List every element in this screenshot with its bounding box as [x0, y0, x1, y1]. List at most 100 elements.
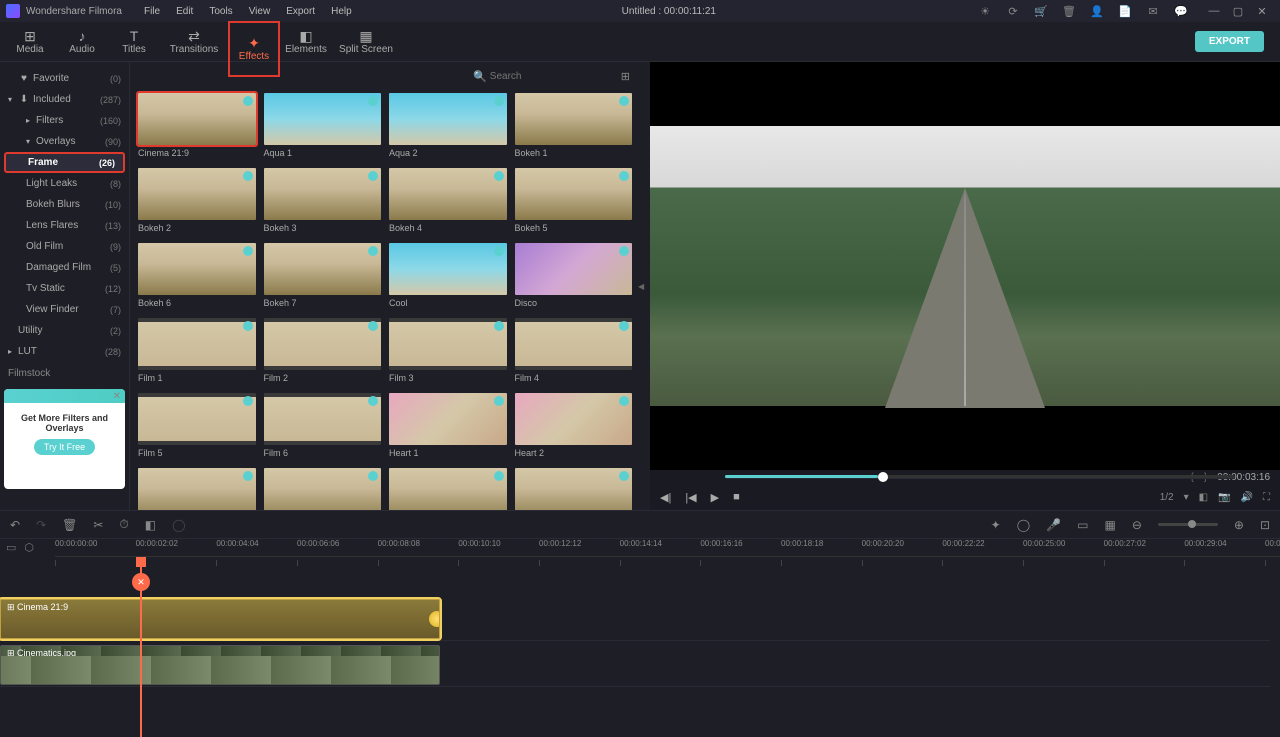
- minimize-button[interactable]: —: [1202, 5, 1226, 18]
- menu-tools[interactable]: Tools: [201, 6, 240, 17]
- time-ruler[interactable]: ▭ ⬡ 00:00:00:0000:00:02:0200:00:04:0400:…: [0, 539, 1280, 557]
- effect-film-4[interactable]: Film 4: [515, 318, 633, 383]
- sun-icon[interactable]: ☀: [978, 4, 992, 18]
- chevron-down-icon[interactable]: ▾: [1184, 492, 1189, 503]
- delete-icon[interactable]: 🗑: [62, 518, 77, 532]
- tab-transitions[interactable]: ⇄Transitions: [160, 22, 228, 62]
- effect-film-2[interactable]: Film 2: [264, 318, 382, 383]
- file-icon[interactable]: 📄: [1118, 4, 1132, 18]
- sidebar-item-utility[interactable]: Utility(2): [0, 320, 129, 341]
- zoom-slider[interactable]: [1158, 523, 1218, 526]
- sidebar-item-damaged-film[interactable]: Damaged Film(5): [0, 257, 129, 278]
- preview-scrubber[interactable]: [725, 475, 1235, 479]
- effect-bokeh-6[interactable]: Bokeh 6: [138, 243, 256, 308]
- redo-icon[interactable]: ↷: [36, 518, 46, 532]
- mail-icon[interactable]: ✉: [1146, 4, 1160, 18]
- quality-icon[interactable]: ◧: [1199, 492, 1208, 503]
- playhead-handle[interactable]: [132, 573, 150, 591]
- close-button[interactable]: ✕: [1250, 5, 1274, 18]
- sidebar-item-bokeh-blurs[interactable]: Bokeh Blurs(10): [0, 194, 129, 215]
- snapshot-icon[interactable]: 📷: [1218, 492, 1230, 503]
- effect-[interactable]: [138, 468, 256, 510]
- mic-icon[interactable]: 🎤: [1046, 518, 1061, 532]
- preview-zoom[interactable]: 1/2: [1160, 492, 1174, 503]
- grid-view-icon[interactable]: ⊞: [621, 70, 630, 83]
- mixer-icon[interactable]: ✦: [991, 518, 1001, 532]
- effect-bokeh-5[interactable]: Bokeh 5: [515, 168, 633, 233]
- effect-film-5[interactable]: Film 5: [138, 393, 256, 458]
- fullscreen-icon[interactable]: ⛶: [1263, 492, 1270, 503]
- effect-cinema-21-9[interactable]: Cinema 21:9: [138, 93, 256, 158]
- sidebar-filmstock[interactable]: Filmstock: [0, 362, 129, 385]
- effect-bokeh-4[interactable]: Bokeh 4: [389, 168, 507, 233]
- sidebar-item-favorite[interactable]: ♥Favorite(0): [0, 68, 129, 89]
- trash-icon[interactable]: 🗑: [1062, 4, 1076, 18]
- effect-heart-2[interactable]: Heart 2: [515, 393, 633, 458]
- effect-bokeh-7[interactable]: Bokeh 7: [264, 243, 382, 308]
- sidebar-item-included[interactable]: ▾⬇Included(287): [0, 89, 129, 110]
- magnet-icon[interactable]: ⬡: [24, 541, 34, 554]
- menu-file[interactable]: File: [136, 6, 168, 17]
- sidebar-item-tv-static[interactable]: Tv Static(12): [0, 278, 129, 299]
- panel-divider[interactable]: [640, 62, 650, 510]
- chat-icon[interactable]: 💬: [1174, 4, 1188, 18]
- effect-film-1[interactable]: Film 1: [138, 318, 256, 383]
- clip-icon[interactable]: ▭: [1077, 518, 1088, 532]
- effect-film-3[interactable]: Film 3: [389, 318, 507, 383]
- sidebar-item-overlays[interactable]: ▾Overlays(90): [0, 131, 129, 152]
- tab-audio[interactable]: ♪Audio: [56, 22, 108, 62]
- sidebar-item-old-film[interactable]: Old Film(9): [0, 236, 129, 257]
- volume-icon[interactable]: 🔊: [1241, 492, 1253, 503]
- menu-edit[interactable]: Edit: [168, 6, 201, 17]
- tab-titles[interactable]: TTitles: [108, 22, 160, 62]
- tab-media[interactable]: ⊞Media: [4, 22, 56, 62]
- clip-cinema-21-9[interactable]: ⊞ Cinema 21:9: [0, 599, 440, 639]
- prev-frame-button[interactable]: ◀|: [660, 491, 671, 504]
- split-icon[interactable]: ✂: [93, 518, 103, 532]
- export-button[interactable]: EXPORT: [1195, 31, 1264, 52]
- sidebar-item-lut[interactable]: ▸LUT(28): [0, 341, 129, 362]
- play-button[interactable]: ▶: [711, 491, 719, 504]
- effect-bokeh-3[interactable]: Bokeh 3: [264, 168, 382, 233]
- clip-cinematics-jpg[interactable]: ⊞ Cinematics.jpg: [0, 645, 440, 685]
- clip-resize-handle[interactable]: [429, 611, 440, 627]
- menu-help[interactable]: Help: [323, 6, 360, 17]
- effect-film-6[interactable]: Film 6: [264, 393, 382, 458]
- step-back-button[interactable]: |◀: [685, 491, 696, 504]
- user-icon[interactable]: 👤: [1090, 4, 1104, 18]
- sidebar-item-lens-flares[interactable]: Lens Flares(13): [0, 215, 129, 236]
- render-icon[interactable]: ▦: [1104, 518, 1115, 532]
- effect-bokeh-1[interactable]: Bokeh 1: [515, 93, 633, 158]
- crop-icon[interactable]: ◧: [145, 518, 156, 532]
- zoom-out-icon[interactable]: ⊖: [1132, 518, 1142, 532]
- effect-cool[interactable]: Cool: [389, 243, 507, 308]
- sidebar-item-frame[interactable]: Frame(26): [4, 152, 125, 173]
- tab-split-screen[interactable]: ▦Split Screen: [332, 22, 400, 62]
- shape-icon[interactable]: ◯: [1017, 518, 1030, 532]
- playhead-flag[interactable]: [136, 557, 146, 567]
- sidebar-item-light-leaks[interactable]: Light Leaks(8): [0, 173, 129, 194]
- effect-aqua-1[interactable]: Aqua 1: [264, 93, 382, 158]
- zoom-fit-icon[interactable]: ⊡: [1260, 518, 1270, 532]
- tab-effects[interactable]: ✦Effects: [228, 21, 280, 77]
- sidebar-item-view-finder[interactable]: View Finder(7): [0, 299, 129, 320]
- ruler-option-icon[interactable]: ▭: [6, 541, 16, 554]
- effect-[interactable]: [264, 468, 382, 510]
- effect-[interactable]: [515, 468, 633, 510]
- undo-icon[interactable]: ↶: [10, 518, 20, 532]
- stop-button[interactable]: ■: [733, 491, 740, 504]
- search-input[interactable]: [487, 68, 607, 85]
- cart-icon[interactable]: 🛒: [1034, 4, 1048, 18]
- markers-icon[interactable]: ◯: [172, 518, 185, 532]
- zoom-in-icon[interactable]: ⊕: [1234, 518, 1244, 532]
- promo-try-button[interactable]: Try It Free: [34, 439, 95, 455]
- menu-export[interactable]: Export: [278, 6, 323, 17]
- menu-view[interactable]: View: [241, 6, 279, 17]
- refresh-icon[interactable]: ⟳: [1006, 4, 1020, 18]
- sidebar-item-filters[interactable]: ▸Filters(160): [0, 110, 129, 131]
- effect-heart-1[interactable]: Heart 1: [389, 393, 507, 458]
- speed-icon[interactable]: ⏱: [119, 517, 128, 532]
- effect-bokeh-2[interactable]: Bokeh 2: [138, 168, 256, 233]
- promo-close-icon[interactable]: ✕: [113, 391, 121, 402]
- tab-elements[interactable]: ◧Elements: [280, 22, 332, 62]
